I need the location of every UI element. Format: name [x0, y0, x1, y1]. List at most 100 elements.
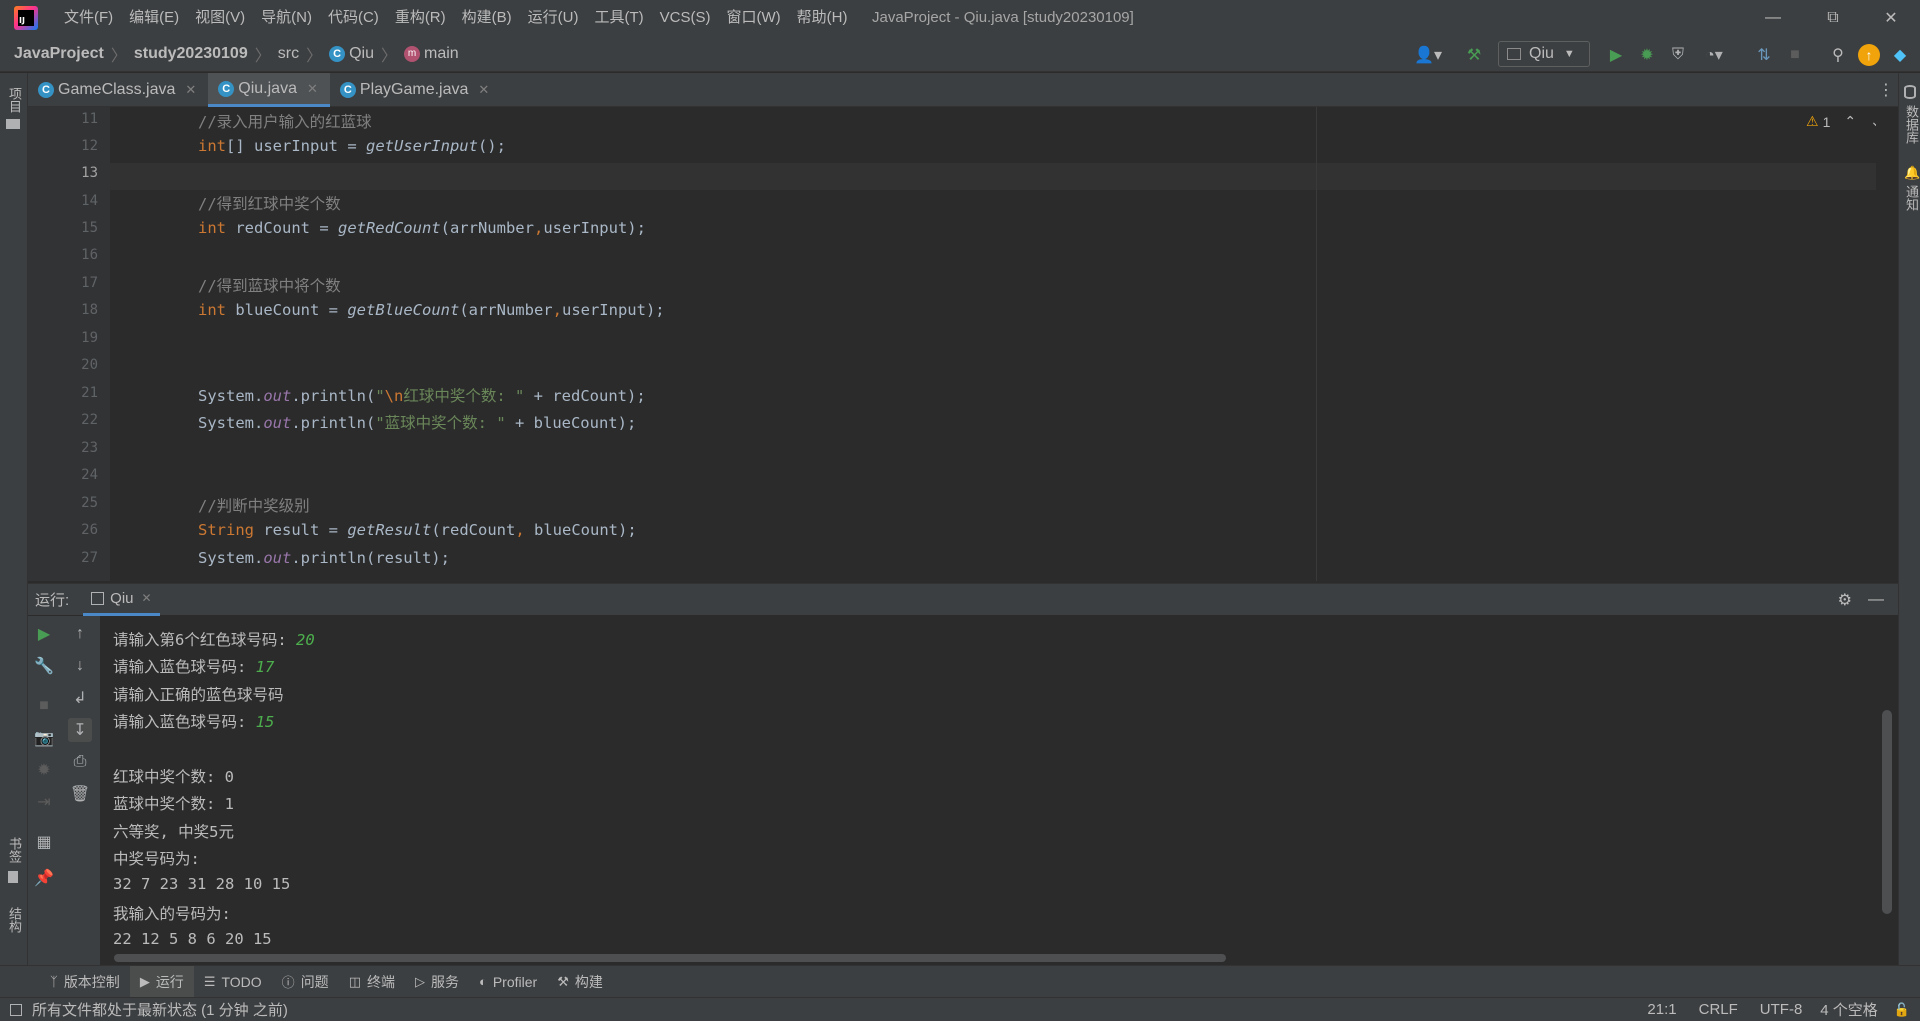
- menu-tools[interactable]: 工具(T): [586, 0, 651, 36]
- soft-wrap-icon[interactable]: ↲: [68, 686, 92, 710]
- warning-count: 1: [1822, 113, 1831, 130]
- run-icon: ▶: [139, 973, 150, 989]
- close-tab-icon[interactable]: ✕: [478, 82, 489, 98]
- tool-vcs[interactable]: ᛉ 版本控制: [40, 966, 130, 998]
- title-bar: IJ 文件(F) 编辑(E) 视图(V) 导航(N) 代码(C) 重构(R) 构…: [0, 0, 1920, 36]
- profile-icon[interactable]: ◔▾: [1697, 44, 1731, 66]
- coverage-icon[interactable]: ⛨: [1666, 44, 1690, 66]
- tool-terminal[interactable]: ◫ 终端: [339, 966, 405, 998]
- arrow-down-icon[interactable]: ↓: [68, 654, 92, 678]
- rerun-icon[interactable]: ▶: [32, 622, 56, 646]
- run-tab-label: Qiu: [110, 589, 134, 607]
- console-line: 32 7 23 31 28 10 15: [113, 875, 291, 893]
- menu-window[interactable]: 窗口(W): [718, 0, 788, 36]
- lock-icon[interactable]: 🔓: [1894, 1002, 1910, 1018]
- code-line: int[] userInput = getUserInput();: [198, 137, 506, 155]
- toggle-tool-windows-icon[interactable]: [10, 1003, 22, 1016]
- breadcrumb-class[interactable]: Qiu: [349, 45, 374, 63]
- chevron-down-icon[interactable]: ⌄: [1870, 113, 1876, 130]
- print-icon[interactable]: ⎙: [68, 750, 92, 774]
- run-toolbar: ▶ 🔧 ■ 📷 ✹ ⇥ ▦ 📌 ↑ ↓ ↲ ↧ ⎙ 🗑: [28, 616, 100, 965]
- console-line: 请输入蓝色球号码: 15: [113, 713, 275, 731]
- breadcrumb-module[interactable]: study20230109: [134, 45, 248, 63]
- account-icon[interactable]: 👤▾: [1410, 44, 1446, 66]
- build-hammer-icon[interactable]: ⚒: [1462, 44, 1486, 66]
- breadcrumb-folder[interactable]: src: [278, 45, 299, 63]
- notifications-tool-button[interactable]: 通知: [1902, 185, 1920, 211]
- debug-bug-icon[interactable]: ✹: [32, 758, 56, 782]
- tool-problems[interactable]: ⓘ 问题: [272, 966, 339, 998]
- stop-icon[interactable]: ■: [1783, 44, 1807, 66]
- warning-icon: ⚠: [1806, 113, 1819, 129]
- menu-refactor[interactable]: 重构(R): [387, 0, 454, 36]
- stop-icon[interactable]: ■: [32, 694, 56, 718]
- console-output[interactable]: 请输入第6个红色球号码: 20 请输入蓝色球号码: 17 请输入正确的蓝色球号码…: [100, 616, 1882, 965]
- run-config-selector[interactable]: Qiu ▼: [1498, 41, 1590, 67]
- tool-build[interactable]: ⚒ 构建: [547, 966, 613, 998]
- menu-navigate[interactable]: 导航(N): [253, 0, 320, 36]
- camera-icon[interactable]: 📷: [32, 726, 56, 750]
- code-line: System.out.println(result);: [198, 549, 450, 567]
- indent-setting[interactable]: 4 个空格: [1820, 999, 1878, 1020]
- menu-build[interactable]: 构建(B): [454, 0, 520, 36]
- caret-position[interactable]: 21:1: [1647, 1001, 1676, 1018]
- line-separator[interactable]: CRLF: [1699, 1001, 1738, 1018]
- menu-file[interactable]: 文件(F): [56, 0, 121, 36]
- tab-options-icon[interactable]: ⋮: [1874, 73, 1898, 106]
- close-tab-icon[interactable]: ✕: [142, 591, 152, 605]
- search-icon[interactable]: ⚲: [1826, 44, 1850, 66]
- tool-run[interactable]: ▶ 运行: [129, 965, 194, 998]
- arrow-up-icon[interactable]: ↑: [68, 622, 92, 646]
- trash-icon[interactable]: 🗑: [68, 782, 92, 806]
- menu-help[interactable]: 帮助(H): [789, 0, 856, 36]
- tool-profiler[interactable]: ◐ Profiler: [469, 966, 547, 998]
- intellij-logo-icon[interactable]: IJ: [14, 6, 38, 30]
- tool-todo[interactable]: ☰ TODO: [194, 966, 272, 998]
- exit-icon[interactable]: ⇥: [32, 790, 56, 814]
- tab-qiu[interactable]: C Qiu.java ✕: [208, 73, 330, 107]
- inspection-widget[interactable]: ⚠ 1 ⌃ ⌄: [1806, 113, 1876, 130]
- layout-icon[interactable]: ▦: [32, 830, 56, 854]
- update-icon[interactable]: ⇅: [1752, 44, 1776, 66]
- menu-run[interactable]: 运行(U): [520, 0, 587, 36]
- run-tab-qiu[interactable]: Qiu ✕: [83, 584, 160, 616]
- vcs-icon: ᛉ: [50, 974, 58, 989]
- tab-gameclass[interactable]: C GameClass.java ✕: [28, 73, 208, 107]
- close-window-icon[interactable]: ✕: [1862, 0, 1920, 36]
- restore-icon[interactable]: ⧉: [1804, 0, 1862, 36]
- code-line: int blueCount = getBlueCount(arrNumber,u…: [198, 301, 665, 319]
- project-tool-button[interactable]: 项目: [5, 87, 24, 113]
- tool-services[interactable]: ▷ 服务: [405, 966, 469, 998]
- tab-label: GameClass.java: [58, 81, 176, 98]
- menu-code[interactable]: 代码(C): [320, 0, 387, 36]
- menu-view[interactable]: 视图(V): [187, 0, 253, 36]
- breadcrumb: JavaProject 〉 study20230109 〉 src 〉 C Qiu 〉 m…: [14, 44, 459, 65]
- run-icon[interactable]: ▶: [1604, 44, 1628, 66]
- menu-vcs[interactable]: VCS(S): [652, 0, 719, 36]
- structure-tool-button[interactable]: 结构: [5, 907, 24, 933]
- hide-panel-icon[interactable]: —: [1868, 591, 1884, 609]
- database-tool-button[interactable]: 数据库: [1902, 105, 1920, 144]
- console-horizontal-scrollbar[interactable]: [114, 954, 1226, 962]
- settings-gear-icon[interactable]: ⚙: [1838, 590, 1852, 610]
- pin-icon[interactable]: 📌: [32, 866, 56, 890]
- minimize-icon[interactable]: —: [1744, 0, 1802, 36]
- debug-icon[interactable]: ✹: [1635, 44, 1659, 66]
- menu-edit[interactable]: 编辑(E): [121, 0, 187, 36]
- scroll-to-end-icon[interactable]: ↧: [68, 718, 92, 742]
- toolbox-icon[interactable]: ◆: [1888, 44, 1912, 66]
- close-tab-icon[interactable]: ✕: [185, 82, 196, 98]
- close-tab-icon[interactable]: ✕: [307, 81, 318, 97]
- tab-playgame[interactable]: C PlayGame.java ✕: [330, 73, 501, 107]
- chevron-up-icon[interactable]: ⌃: [1844, 113, 1856, 130]
- console-vertical-scrollbar[interactable]: [1882, 710, 1892, 914]
- breadcrumb-method[interactable]: main: [424, 45, 459, 63]
- breadcrumb-project[interactable]: JavaProject: [14, 45, 104, 63]
- file-encoding[interactable]: UTF-8: [1760, 1001, 1803, 1018]
- status-message[interactable]: 所有文件都处于最新状态 (1 分钟 之前): [32, 999, 288, 1020]
- ide-update-icon[interactable]: ↑: [1858, 44, 1880, 66]
- bookmarks-tool-button[interactable]: 书签: [5, 837, 24, 863]
- code-editor[interactable]: //录入用户输入的红蓝球 int[] userInput = getUserIn…: [110, 107, 1876, 581]
- editor-tab-bar: C GameClass.java ✕ C Qiu.java ✕ C PlayGa…: [28, 73, 1898, 107]
- wrench-icon[interactable]: 🔧: [32, 654, 56, 678]
